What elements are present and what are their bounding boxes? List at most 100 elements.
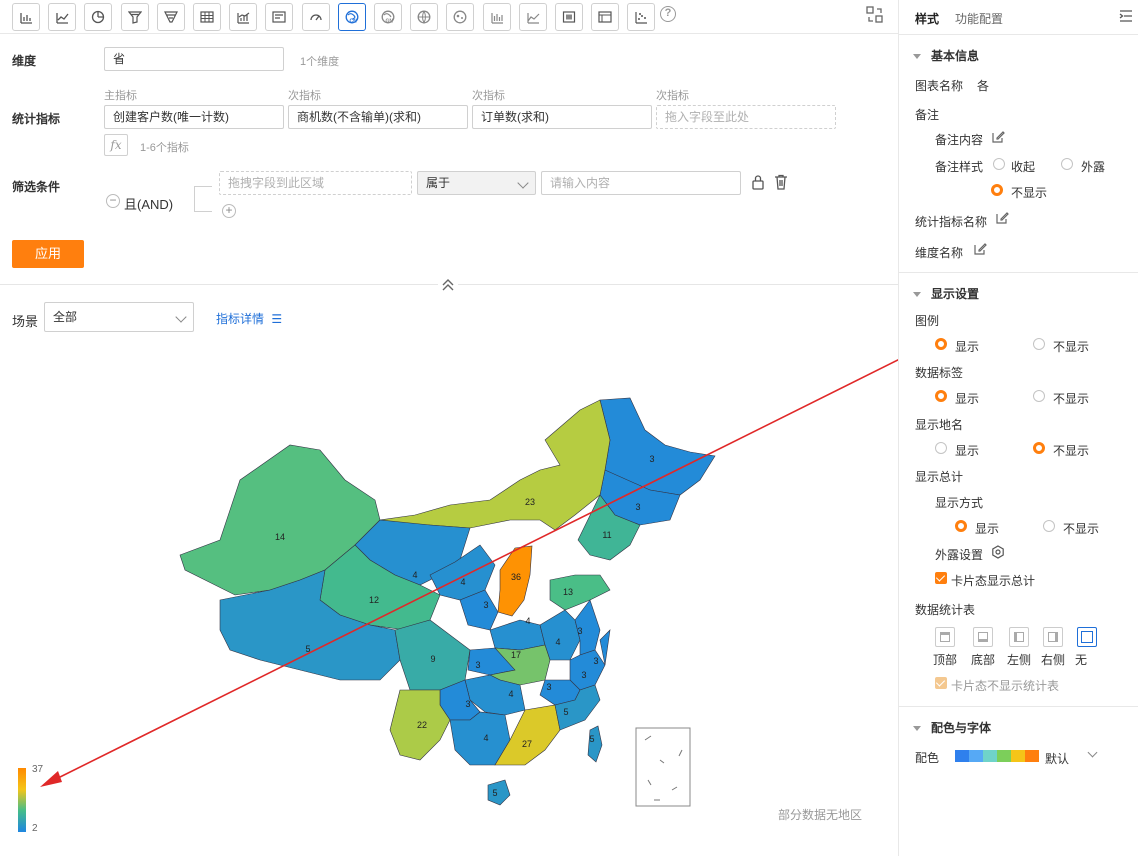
place-name-hide-radio[interactable]: [1033, 442, 1045, 454]
collapse-panel-icon[interactable]: [1119, 10, 1133, 22]
basic-info-section[interactable]: 基本信息: [913, 47, 979, 64]
apply-button[interactable]: 应用: [12, 240, 84, 268]
logic-operator[interactable]: 且(AND): [124, 194, 173, 213]
card-button[interactable]: [265, 3, 294, 31]
palette-swatch: [997, 750, 1011, 762]
metric-field-primary[interactable]: 创建客户数(唯一计数): [104, 105, 284, 129]
region-data-label: 3: [649, 454, 654, 464]
display-section[interactable]: 显示设置: [913, 285, 979, 302]
section-title: 显示设置: [931, 287, 980, 301]
world-map-button[interactable]: [410, 3, 439, 31]
operator-value: 属于: [426, 176, 451, 190]
trash-icon[interactable]: [774, 174, 788, 190]
collapse-up-icon[interactable]: [438, 276, 458, 292]
region-data-label: 4: [555, 637, 560, 647]
gauge-button[interactable]: [301, 3, 330, 31]
china-map-button[interactable]: CN: [337, 3, 366, 31]
scene-value: 全部: [53, 310, 78, 324]
formula-button[interactable]: fx: [104, 134, 128, 156]
note-style-expose-radio[interactable]: [1061, 158, 1073, 170]
lock-icon[interactable]: [751, 174, 765, 190]
province-region[interactable]: [569, 649, 606, 691]
region-data-label: 3: [635, 502, 640, 512]
province-region[interactable]: [379, 399, 611, 531]
metric-drop-zone[interactable]: 拖入字段至此处: [656, 105, 836, 129]
bar-chart-button[interactable]: [12, 3, 40, 31]
place-name-show-radio[interactable]: [935, 442, 947, 454]
table-button[interactable]: [193, 3, 221, 31]
condition-operator-select[interactable]: 属于: [417, 171, 536, 195]
svg-text:CN: CN: [349, 19, 357, 25]
chart-type-toolbar: CN GN: [0, 0, 898, 34]
metric-field-secondary[interactable]: 订单数(求和): [472, 105, 652, 129]
edit-icon[interactable]: [973, 242, 987, 256]
chart-name-value[interactable]: 各: [977, 77, 989, 94]
remove-condition-icon[interactable]: −: [106, 194, 120, 208]
card-no-table-checkbox[interactable]: [935, 677, 947, 689]
province-region[interactable]: [489, 619, 546, 651]
tab-style[interactable]: 样式: [915, 10, 939, 27]
scatter-icon: [635, 12, 648, 24]
legend-show-label: 显示: [955, 340, 980, 354]
palette-swatch: [1011, 750, 1025, 762]
bubble-map-button[interactable]: [446, 3, 475, 31]
edit-icon[interactable]: [991, 130, 1005, 144]
add-condition-icon[interactable]: +: [222, 204, 236, 218]
stat-position-3-option[interactable]: [1043, 627, 1063, 647]
legend-gradient-bar[interactable]: [18, 768, 26, 832]
combo-chart-button[interactable]: [229, 3, 258, 31]
table-icon: [200, 11, 214, 23]
region-data-label: 3: [465, 699, 470, 709]
data-label-hide-radio[interactable]: [1033, 390, 1045, 402]
scene-select[interactable]: 全部: [44, 302, 194, 332]
legend-show-radio[interactable]: [935, 338, 947, 350]
funnel-button[interactable]: [120, 3, 149, 31]
total-hide-radio[interactable]: [1043, 520, 1055, 532]
stat-position-1-option[interactable]: [973, 627, 993, 647]
total-setting-label: 显示总计: [915, 470, 964, 484]
note-style-hide-radio[interactable]: [991, 184, 1003, 196]
help-icon[interactable]: ?: [660, 6, 676, 22]
image-button[interactable]: [555, 3, 583, 31]
province-region[interactable]: [587, 725, 603, 763]
data-label-show-radio[interactable]: [935, 390, 947, 402]
scatter-button[interactable]: [627, 3, 656, 31]
total-show-radio[interactable]: [955, 520, 967, 532]
globe-map-button[interactable]: GN: [374, 3, 402, 31]
province-region[interactable]: [487, 779, 511, 806]
edit-icon[interactable]: [995, 211, 1009, 225]
switch-layout-icon[interactable]: [866, 6, 884, 24]
region-data-label: 36: [511, 572, 521, 582]
condition-bracket: [194, 186, 212, 212]
metric-field-secondary[interactable]: 商机数(不含输单)(求和): [288, 105, 468, 129]
chevron-down-icon[interactable]: [1087, 747, 1098, 758]
color-font-section[interactable]: 配色与字体: [913, 719, 991, 736]
detail-table-button[interactable]: [591, 3, 620, 31]
legend-hide-radio[interactable]: [1033, 338, 1045, 350]
stat-position-2-option[interactable]: [1009, 627, 1029, 647]
province-region[interactable]: [549, 574, 611, 611]
condition-value-input[interactable]: 请输入内容: [541, 171, 741, 195]
metric-detail-link[interactable]: 指标详情 ☰: [216, 310, 282, 327]
pie-chart-button[interactable]: [84, 3, 113, 31]
condition-label: 筛选条件: [12, 180, 61, 194]
gear-icon[interactable]: [991, 545, 1005, 559]
palette-value[interactable]: 默认: [1045, 750, 1069, 767]
palette-swatch: [1025, 750, 1039, 762]
region-data-label: 13: [563, 587, 573, 597]
column-chart-button[interactable]: [482, 3, 511, 31]
region-data-label: 3: [577, 626, 582, 636]
tab-config[interactable]: 功能配置: [955, 10, 1003, 27]
data-label-show-label: 显示: [955, 392, 980, 406]
condition-field-drop-zone[interactable]: 拖拽字段到此区域: [219, 171, 412, 195]
svg-text:GN: GN: [386, 19, 394, 25]
funnel-alt-button[interactable]: [156, 3, 185, 31]
area-chart-button[interactable]: [518, 3, 547, 31]
palette-swatch: [955, 750, 969, 762]
stat-position-0-option[interactable]: [935, 627, 955, 647]
card-total-checkbox[interactable]: [935, 572, 947, 584]
line-chart-button[interactable]: [48, 3, 77, 31]
note-style-collapse-radio[interactable]: [993, 158, 1005, 170]
stat-position-4-option[interactable]: [1077, 627, 1097, 647]
dimension-field[interactable]: 省: [104, 47, 284, 71]
